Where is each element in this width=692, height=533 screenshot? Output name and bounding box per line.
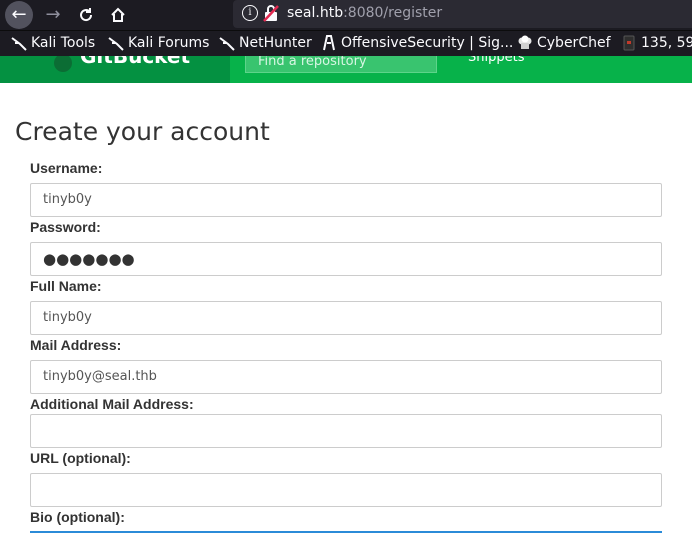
additional-mail-label: Additional Mail Address: [30,396,194,412]
site-header: GitBucket Find a repository Snippets [0,56,692,83]
url-field[interactable] [30,473,662,507]
username-label: Username: [30,160,103,176]
forward-arrow-icon[interactable]: → [39,1,67,29]
mail-address-field[interactable]: tinyb0y@seal.thb [30,360,662,394]
bookmark-135-59[interactable]: 135, 59 [621,35,692,51]
bookmark-label: Kali Forums [128,35,210,51]
offsec-icon [323,35,335,51]
browser-toolbar: ← → i seal.htb:8080/register [0,0,692,30]
additional-mail-field[interactable] [30,414,662,448]
url-text: seal.htb:8080/register [287,5,442,21]
chef-hat-icon [518,35,532,49]
back-arrow-icon[interactable]: ← [5,1,33,29]
bookmark-nethunter[interactable]: NetHunter [219,35,312,51]
page-title: Create your account [15,117,270,146]
mail-address-label: Mail Address: [30,337,122,353]
full-name-label: Full Name: [30,278,102,294]
insecure-lock-icon[interactable] [263,4,279,22]
kali-dragon-icon [108,37,124,51]
bookmark-cyberchef[interactable]: CyberChef [517,35,611,51]
bookmark-kali-forums[interactable]: Kali Forums [108,35,209,51]
reload-icon[interactable] [72,1,100,29]
device-icon [623,35,635,51]
password-field[interactable]: ●●●●●●● [30,242,662,276]
nav-snippets[interactable]: Snippets [468,56,524,65]
info-icon[interactable]: i [242,5,258,21]
repository-search-input[interactable]: Find a repository [245,56,437,73]
brand-area: GitBucket [0,56,230,83]
gitbucket-logo-icon[interactable] [54,56,72,72]
bio-label: Bio (optional): [30,509,125,525]
bookmark-label: Kali Tools [31,35,96,51]
kali-dragon-icon [11,37,27,51]
username-field[interactable]: tinyb0y [30,183,662,217]
kali-dragon-icon [219,37,235,51]
bookmark-label: OffensiveSecurity | Sig... [341,35,514,51]
bookmark-offensive-security[interactable]: OffensiveSecurity | Sig... [321,35,513,51]
brand-name[interactable]: GitBucket [80,56,190,68]
bookmark-label: CyberChef [537,35,611,51]
bookmark-kali-tools[interactable]: Kali Tools [11,35,95,51]
password-label: Password: [30,219,101,235]
bookmarks-bar: Kali Tools Kali Forums NetHunter Offensi… [0,30,692,57]
url-bar[interactable]: i seal.htb:8080/register [233,0,692,28]
url-host: seal.htb [287,5,344,21]
full-name-field[interactable]: tinyb0y [30,301,662,335]
bookmark-label: 135, 59 [641,35,692,51]
url-label: URL (optional): [30,450,131,466]
bookmark-label: NetHunter [239,35,312,51]
url-path: :8080/register [343,5,443,21]
home-icon[interactable] [104,1,132,29]
